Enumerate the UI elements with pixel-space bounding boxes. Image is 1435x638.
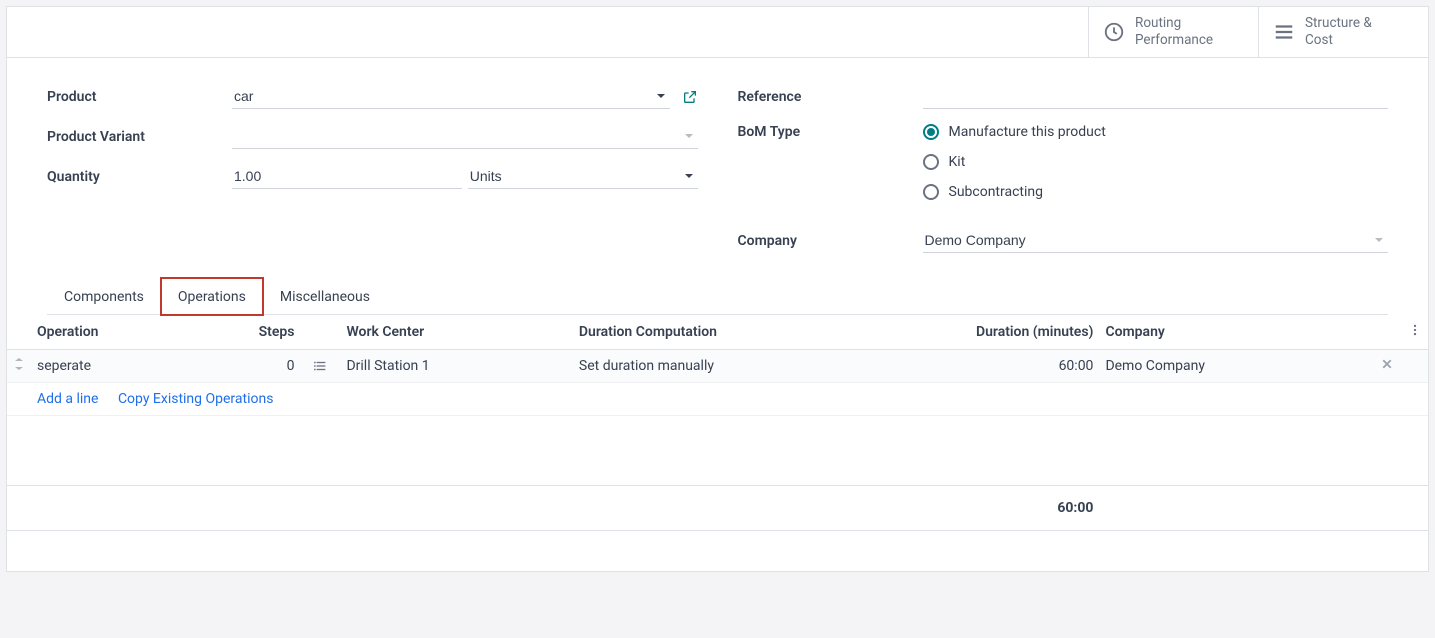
tab-bar: Components Operations Miscellaneous — [47, 278, 1388, 315]
quantity-unit-select[interactable] — [468, 164, 698, 189]
company-select[interactable] — [923, 228, 1389, 253]
structure-line1: Structure & — [1305, 15, 1372, 32]
steps-list-icon[interactable] — [314, 359, 328, 373]
form-body: Product Product Variant — [7, 58, 1428, 278]
total-duration: 60:00 — [939, 485, 1099, 530]
col-duration-computation: Duration Computation — [573, 315, 940, 350]
col-operation: Operation — [31, 315, 210, 350]
radio-unchecked-icon — [923, 154, 939, 170]
left-column: Product Product Variant — [47, 84, 698, 268]
col-company: Company — [1099, 315, 1372, 350]
reference-input[interactable] — [923, 84, 1389, 109]
structure-cost-button[interactable]: Structure & Cost — [1258, 7, 1428, 57]
tab-miscellaneous[interactable]: Miscellaneous — [263, 278, 387, 315]
quantity-label: Quantity — [47, 169, 232, 185]
routing-line1: Routing — [1135, 15, 1213, 32]
routing-performance-button[interactable]: Routing Performance — [1088, 7, 1258, 57]
bom-type-kit-radio[interactable]: Kit — [923, 154, 1389, 170]
cell-work-center: Drill Station 1 — [340, 349, 572, 382]
external-link-icon[interactable] — [682, 89, 698, 105]
table-options-button[interactable] — [1402, 315, 1428, 350]
routing-line2: Performance — [1135, 32, 1213, 49]
bom-type-subcontracting-label: Subcontracting — [949, 184, 1044, 200]
tab-operations[interactable]: Operations — [161, 278, 263, 315]
tabs-container: Components Operations Miscellaneous — [7, 278, 1428, 315]
col-work-center: Work Center — [340, 315, 572, 350]
bom-type-subcontracting-radio[interactable]: Subcontracting — [923, 184, 1389, 200]
bom-type-manufacture-radio[interactable]: Manufacture this product — [923, 124, 1389, 140]
list-icon — [1273, 21, 1295, 43]
right-column: Reference BoM Type Manufacture this prod… — [738, 84, 1389, 268]
bom-type-kit-label: Kit — [949, 154, 966, 170]
clock-icon — [1103, 21, 1125, 43]
company-label: Company — [738, 233, 923, 249]
col-duration-minutes: Duration (minutes) — [939, 315, 1099, 350]
delete-row-button[interactable] — [1372, 349, 1402, 382]
tab-components[interactable]: Components — [47, 278, 161, 315]
cell-duration-minutes: 60:00 — [939, 349, 1099, 382]
total-row: 60:00 — [7, 485, 1428, 530]
product-input[interactable] — [232, 84, 670, 109]
product-variant-input[interactable] — [232, 124, 698, 149]
cell-duration-computation: Set duration manually — [573, 349, 940, 382]
structure-line2: Cost — [1305, 32, 1372, 49]
cell-steps: 0 — [210, 349, 300, 382]
product-variant-label: Product Variant — [47, 129, 232, 145]
product-label: Product — [47, 89, 232, 105]
stat-button-row: Routing Performance Structure & Cost — [7, 7, 1428, 58]
bom-type-manufacture-label: Manufacture this product — [949, 124, 1106, 140]
copy-existing-operations-link[interactable]: Copy Existing Operations — [118, 391, 274, 407]
drag-handle-icon[interactable] — [7, 349, 31, 382]
table-row[interactable]: seperate 0 Drill Station 1 Set duration … — [7, 349, 1428, 382]
cell-operation: seperate — [31, 349, 210, 382]
col-steps: Steps — [210, 315, 300, 350]
operations-table: Operation Steps Work Center Duration Com… — [7, 315, 1428, 531]
radio-checked-icon — [923, 124, 939, 140]
cell-company: Demo Company — [1099, 349, 1372, 382]
bom-type-label: BoM Type — [738, 124, 923, 140]
radio-unchecked-icon — [923, 184, 939, 200]
quantity-input[interactable] — [232, 164, 462, 189]
bom-form-card: Routing Performance Structure & Cost Pro… — [6, 6, 1429, 572]
reference-label: Reference — [738, 89, 923, 105]
add-line-link[interactable]: Add a line — [37, 391, 98, 407]
